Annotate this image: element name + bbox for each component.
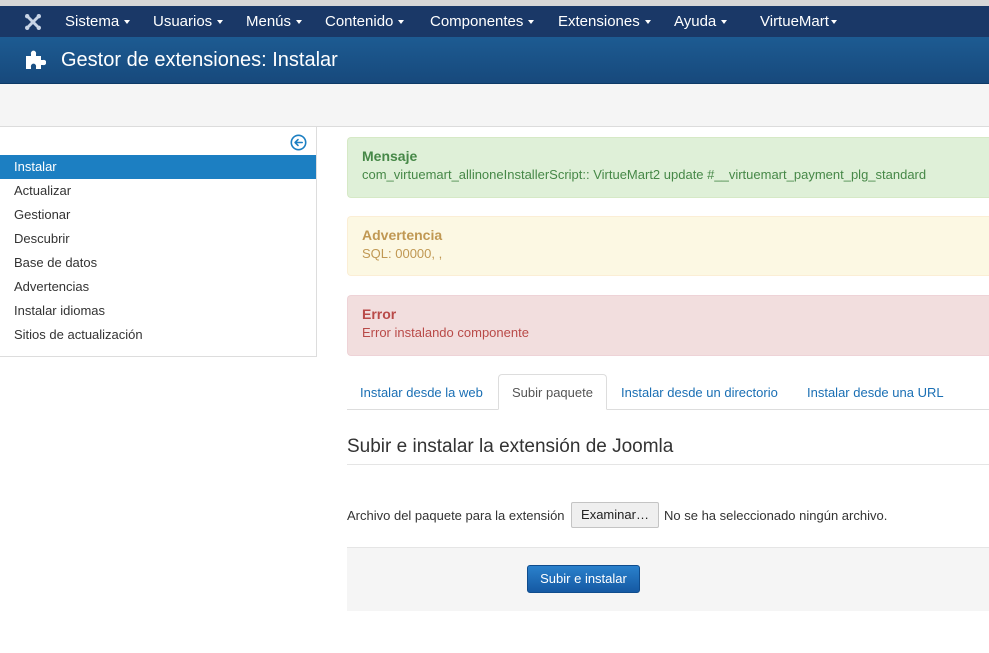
tab-subir-paquete[interactable]: Subir paquete xyxy=(498,374,607,410)
sidebar-item-instalar-idiomas[interactable]: Instalar idiomas xyxy=(0,299,316,323)
nav-label: Ayuda xyxy=(674,13,717,30)
caret-down-icon xyxy=(721,20,728,25)
caret-down-icon xyxy=(398,20,405,25)
browse-button[interactable]: Examinar… xyxy=(571,502,659,528)
nav-label: VirtueMart xyxy=(760,13,829,30)
message-heading: Mensaje xyxy=(362,148,418,164)
form-actions: Subir e instalar xyxy=(347,547,989,611)
nav-menu-contenido[interactable]: Contenido xyxy=(325,6,405,37)
nav-menu-virtuemart[interactable]: VirtueMart xyxy=(760,6,837,37)
tab-instalar-desde-la-web[interactable]: Instalar desde la web xyxy=(347,374,496,409)
sidebar: Instalar Actualizar Gestionar Descubrir … xyxy=(0,127,317,357)
warning-message: Advertencia SQL: 00000, , xyxy=(347,216,989,276)
nav-menu-extensiones[interactable]: Extensiones xyxy=(558,6,651,37)
page-title: Gestor de extensiones: Instalar xyxy=(61,49,338,71)
file-field-label: Archivo del paquete para la extensión xyxy=(347,508,565,523)
file-status-text: No se ha seleccionado ningún archivo. xyxy=(664,508,888,523)
nav-menu-menus[interactable]: Menús xyxy=(246,6,303,37)
nav-label: Extensiones xyxy=(558,13,640,30)
section-title: Subir e instalar la extensión de Joomla xyxy=(347,436,674,457)
sidebar-item-actualizar[interactable]: Actualizar xyxy=(0,179,316,203)
toolbar xyxy=(0,84,989,127)
nav-menu-sistema[interactable]: Sistema xyxy=(65,6,131,37)
section-divider xyxy=(347,464,989,465)
puzzle-piece-icon xyxy=(26,50,46,69)
sidebar-item-advertencias[interactable]: Advertencias xyxy=(0,275,316,299)
caret-down-icon xyxy=(830,20,837,25)
warning-text: SQL: 00000, , xyxy=(362,246,443,261)
sidebar-item-sitios-de-actualizacion[interactable]: Sitios de actualización xyxy=(0,323,316,347)
error-heading: Error xyxy=(362,306,397,322)
upload-install-button[interactable]: Subir e instalar xyxy=(527,565,640,593)
tab-instalar-desde-una-url[interactable]: Instalar desde una URL xyxy=(794,374,957,409)
caret-down-icon xyxy=(528,20,535,25)
warning-heading: Advertencia xyxy=(362,227,443,243)
error-text: Error instalando componente xyxy=(362,325,529,340)
nav-label: Contenido xyxy=(325,13,394,30)
caret-down-icon xyxy=(296,20,303,25)
sidebar-menu: Instalar Actualizar Gestionar Descubrir … xyxy=(0,155,316,347)
install-tabs: Instalar desde la web Subir paquete Inst… xyxy=(347,374,989,410)
sidebar-item-descubrir[interactable]: Descubrir xyxy=(0,227,316,251)
caret-down-icon xyxy=(217,20,224,25)
message-text: com_virtuemart_allinoneInstallerScript::… xyxy=(362,167,927,182)
caret-down-icon xyxy=(124,20,131,25)
sidebar-item-instalar[interactable]: Instalar xyxy=(0,155,316,179)
nav-label: Menús xyxy=(246,13,292,30)
nav-label: Usuarios xyxy=(153,13,213,30)
success-message: Mensaje com_virtuemart_allinoneInstaller… xyxy=(347,137,989,198)
nav-menu-componentes[interactable]: Componentes xyxy=(430,6,535,37)
sidebar-item-gestionar[interactable]: Gestionar xyxy=(0,203,316,227)
top-navbar: Sistema Usuarios Menús Contenido Compone… xyxy=(0,6,989,37)
caret-down-icon xyxy=(644,20,651,25)
page-header: Gestor de extensiones: Instalar xyxy=(0,37,989,84)
nav-menu-ayuda[interactable]: Ayuda xyxy=(674,6,728,37)
sidebar-item-base-de-datos[interactable]: Base de datos xyxy=(0,251,316,275)
joomla-logo-icon[interactable] xyxy=(24,13,42,31)
nav-label: Sistema xyxy=(65,13,120,30)
error-message: Error Error instalando componente xyxy=(347,295,989,356)
sidebar-collapse-icon[interactable] xyxy=(290,134,307,151)
tab-instalar-desde-un-directorio[interactable]: Instalar desde un directorio xyxy=(608,374,791,409)
nav-label: Componentes xyxy=(430,13,524,30)
nav-menu-usuarios[interactable]: Usuarios xyxy=(153,6,224,37)
